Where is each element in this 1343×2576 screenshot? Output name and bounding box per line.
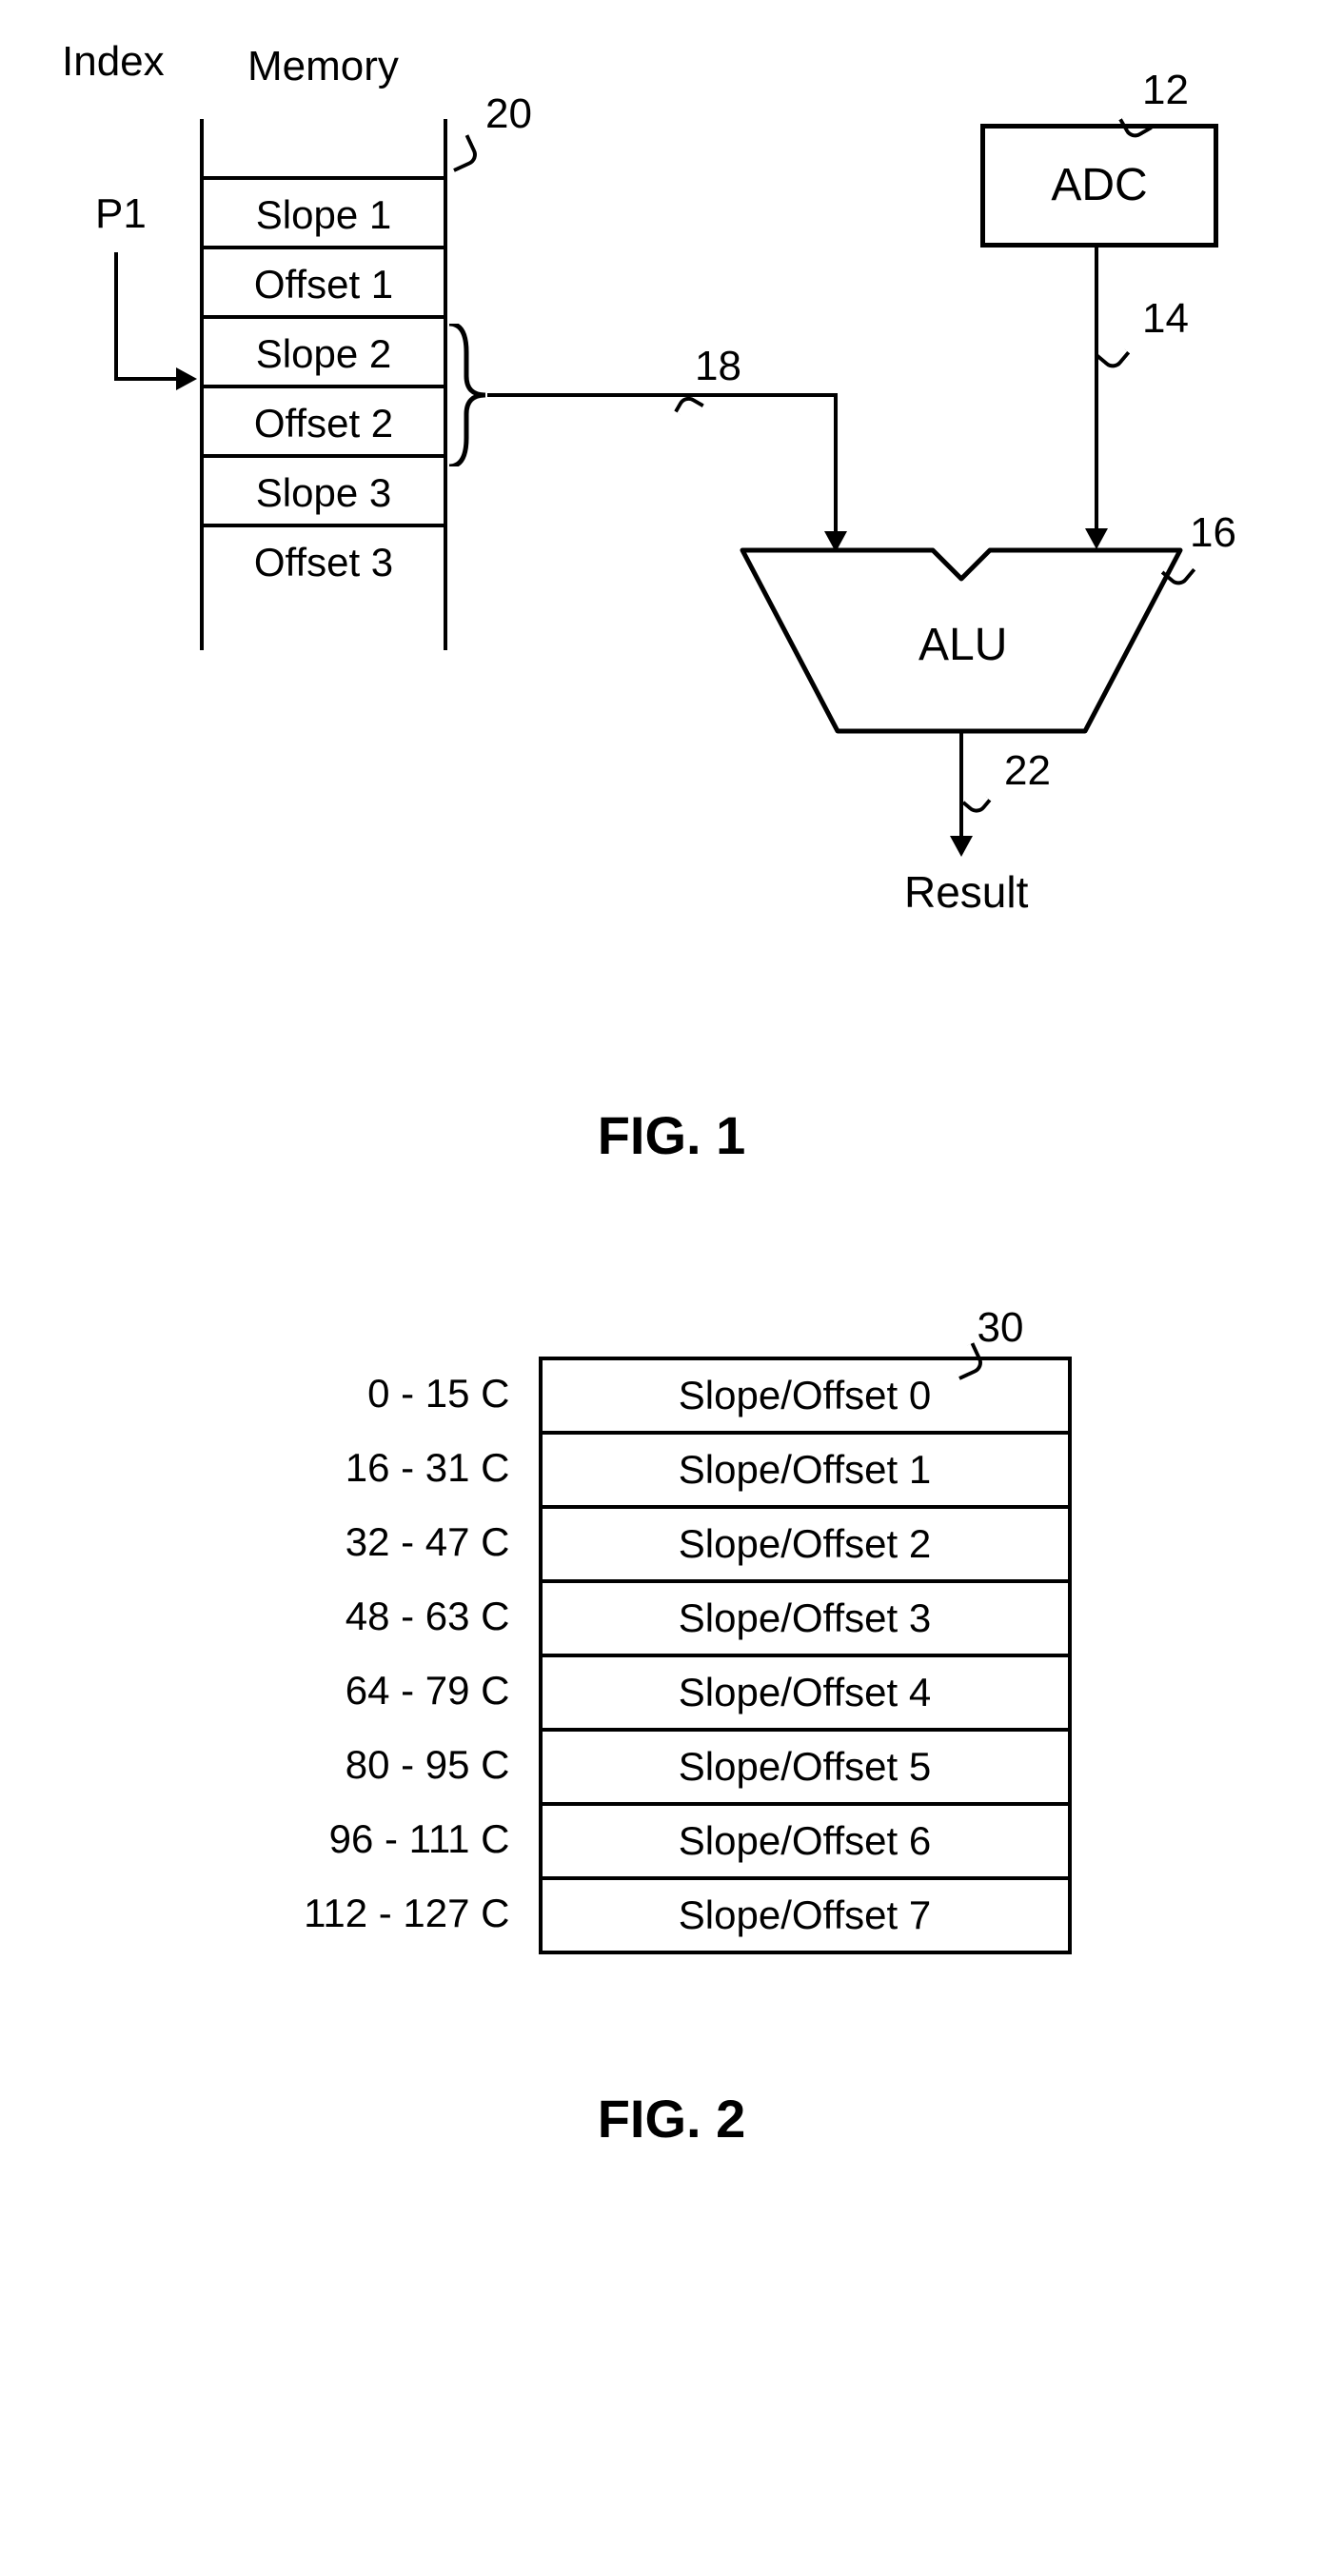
memory-cell: Offset 1 <box>204 246 444 315</box>
slope-offset-entry: Slope/Offset 1 <box>539 1431 1072 1505</box>
wire-14 <box>1095 248 1098 538</box>
ref-12: 12 <box>1142 67 1189 114</box>
wire-18 <box>487 393 838 397</box>
temperature-range: 16 - 31 C <box>196 1431 539 1505</box>
adc-block: ADC <box>980 124 1218 248</box>
temperature-range: 96 - 111 C <box>196 1802 539 1876</box>
temperature-range: 48 - 63 C <box>196 1579 539 1654</box>
wire-22 <box>959 731 963 845</box>
wire-14-arrowhead-icon <box>1085 528 1108 549</box>
ref-20: 20 <box>485 90 532 138</box>
leader-22 <box>962 788 992 818</box>
ref-22: 22 <box>1004 747 1051 795</box>
ref-14: 14 <box>1142 295 1189 343</box>
memory-cell: Offset 2 <box>204 385 444 454</box>
figure-2: 30 0 - 15 C Slope/Offset 0 16 - 31 C Slo… <box>101 1357 1243 1954</box>
ref-16: 16 <box>1190 509 1236 557</box>
memory-heading: Memory <box>247 43 399 90</box>
memory-cell: Offset 3 <box>204 524 444 593</box>
slope-offset-entry: Slope/Offset 4 <box>539 1654 1072 1728</box>
slope-offset-entry: Slope/Offset 6 <box>539 1802 1072 1876</box>
table-row: 64 - 79 C Slope/Offset 4 <box>196 1654 1119 1728</box>
figure-2-caption: FIG. 2 <box>38 2088 1305 2150</box>
slope-offset-entry: Slope/Offset 2 <box>539 1505 1072 1579</box>
memory-column: Slope 1 Offset 1 Slope 2 Offset 2 Slope … <box>200 119 447 650</box>
pointer-p1-arrowhead-icon <box>176 367 197 390</box>
temperature-range: 32 - 47 C <box>196 1505 539 1579</box>
table-row: 112 - 127 C Slope/Offset 7 <box>196 1876 1119 1954</box>
temperature-range: 64 - 79 C <box>196 1654 539 1728</box>
wire-18 <box>834 393 838 541</box>
leader-14 <box>1096 338 1131 373</box>
index-label: Index <box>62 38 165 86</box>
table-row: 16 - 31 C Slope/Offset 1 <box>196 1431 1119 1505</box>
slope-offset-entry: Slope/Offset 7 <box>539 1876 1072 1954</box>
pointer-p1-label: P1 <box>95 190 147 238</box>
pointer-p1-line <box>114 252 118 381</box>
result-label: Result <box>904 866 1028 918</box>
alu-label: ALU <box>918 619 1007 671</box>
adc-label: ADC <box>1051 160 1147 210</box>
figure-1-caption: FIG. 1 <box>38 1104 1305 1166</box>
temperature-range: 80 - 95 C <box>196 1728 539 1802</box>
memory-brace-icon <box>449 324 487 466</box>
slope-offset-entry: Slope/Offset 0 <box>539 1357 1072 1431</box>
figure-1: Index Memory 20 Slope 1 Offset 1 Slope 2… <box>38 38 1275 990</box>
leader-18 <box>674 392 704 422</box>
memory-cell: Slope 1 <box>204 176 444 246</box>
leader-20 <box>443 134 481 172</box>
table-row: 32 - 47 C Slope/Offset 2 <box>196 1505 1119 1579</box>
temperature-lookup-table: 0 - 15 C Slope/Offset 0 16 - 31 C Slope/… <box>196 1357 1119 1954</box>
temperature-range: 0 - 15 C <box>196 1357 539 1431</box>
memory-cell: Slope 3 <box>204 454 444 524</box>
table-row: 96 - 111 C Slope/Offset 6 <box>196 1802 1119 1876</box>
pointer-p1-line <box>114 377 186 381</box>
ref-30: 30 <box>978 1304 1024 1352</box>
ref-18: 18 <box>695 343 741 390</box>
slope-offset-entry: Slope/Offset 3 <box>539 1579 1072 1654</box>
memory-cell: Slope 2 <box>204 315 444 385</box>
temperature-range: 112 - 127 C <box>196 1876 539 1954</box>
slope-offset-entry: Slope/Offset 5 <box>539 1728 1072 1802</box>
table-row: 48 - 63 C Slope/Offset 3 <box>196 1579 1119 1654</box>
wire-22-arrowhead-icon <box>950 836 973 857</box>
table-row: 80 - 95 C Slope/Offset 5 <box>196 1728 1119 1802</box>
